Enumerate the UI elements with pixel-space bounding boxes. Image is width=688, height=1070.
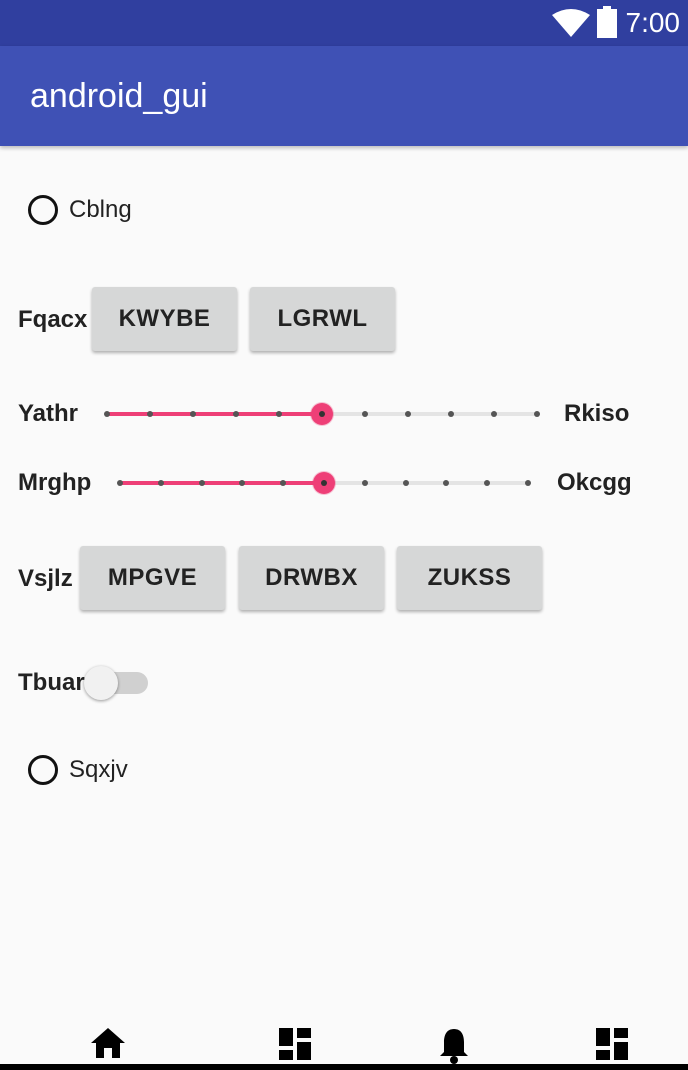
radio-label: Cblng (69, 196, 132, 223)
row-label-fqacx: Fqacx (18, 306, 88, 333)
switch-thumb[interactable] (84, 666, 118, 700)
app-bar: android_gui (0, 46, 688, 146)
slider-tick (276, 411, 282, 417)
radio-circle[interactable] (28, 755, 58, 785)
row-label-vsjlz: Vsjlz (18, 565, 73, 592)
radio-sqxjv[interactable]: Sqxjv (28, 755, 128, 785)
slider-tick (280, 480, 287, 486)
nav-dashboard-2[interactable] (592, 1026, 632, 1064)
slider-tick (402, 480, 409, 486)
slider-tick (104, 411, 110, 417)
slider-tick (239, 480, 246, 486)
slider-track-fill (120, 481, 324, 485)
status-bar: 7:00 (0, 0, 688, 46)
slider-thumb-dot (321, 480, 327, 486)
slider-thumb-dot (319, 411, 325, 417)
slider-thumb[interactable] (313, 472, 335, 494)
slider-tick (362, 411, 368, 417)
bottom-navigation (0, 1020, 688, 1070)
radio-label: Sqxjv (69, 756, 128, 783)
radio-circle[interactable] (28, 195, 58, 225)
slider-tick (491, 411, 497, 417)
slider-right-label: Rkiso (564, 400, 630, 427)
slider-tick (484, 480, 491, 486)
home-icon (91, 1028, 125, 1058)
slider-tick (147, 411, 153, 417)
slider-tick (405, 411, 411, 417)
mpgve-button[interactable]: MPGVE (80, 546, 225, 610)
nav-home[interactable] (88, 1026, 128, 1064)
radio-cblng[interactable]: Cblng (28, 195, 132, 225)
slider-tick (190, 411, 196, 417)
slider-tick (361, 480, 368, 486)
lgrwl-button[interactable]: LGRWL (250, 287, 395, 351)
notifications-icon (440, 1029, 468, 1064)
slider-thumb[interactable] (311, 403, 333, 425)
status-time: 7:00 (625, 7, 681, 38)
slider-track-fill (107, 412, 322, 416)
slider-tick (525, 480, 531, 486)
battery-icon (597, 6, 617, 38)
app-title: android_gui (30, 77, 208, 115)
navigation-bar-edge (0, 1064, 688, 1070)
wifi-icon (552, 9, 590, 37)
slider-mrghp[interactable] (117, 468, 531, 498)
dashboard-icon (596, 1028, 628, 1060)
switch-label: Tbuar (18, 669, 85, 696)
nav-notifications[interactable] (434, 1026, 474, 1064)
kwybe-button[interactable]: KWYBE (92, 287, 237, 351)
drwbx-button[interactable]: DRWBX (239, 546, 384, 610)
slider-right-label: Okcgg (557, 469, 632, 496)
nav-dashboard[interactable] (275, 1026, 315, 1064)
slider-tick (157, 480, 164, 486)
slider-tick (448, 411, 454, 417)
tbuar-switch[interactable] (84, 666, 150, 700)
slider-yathr[interactable] (104, 399, 540, 429)
slider-tick (443, 480, 450, 486)
zukss-button[interactable]: ZUKSS (397, 546, 542, 610)
slider-left-label: Mrghp (18, 469, 92, 496)
dashboard-icon (279, 1028, 311, 1060)
slider-tick (117, 480, 123, 486)
slider-tick (534, 411, 540, 417)
slider-left-label: Yathr (18, 400, 79, 427)
slider-tick (198, 480, 205, 486)
slider-tick (233, 411, 239, 417)
